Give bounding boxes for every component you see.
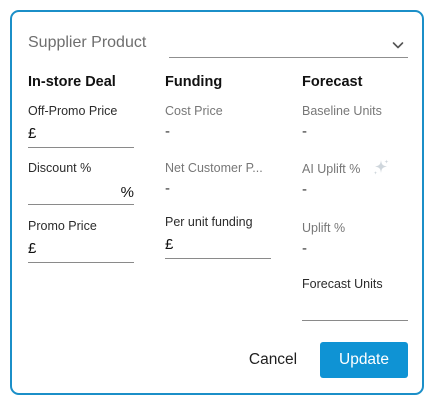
promo-price-field: Promo Price £ [28,219,134,263]
net-customer-price-label: Net Customer P... [165,161,263,175]
cost-price-value: - [165,123,170,140]
baseline-units-value: - [302,123,307,140]
forecast-column: Forecast Baseline Units - AI Uplift % - … [302,74,408,321]
in-store-deal-heading: In-store Deal [28,74,116,90]
in-store-deal-column: In-store Deal Off-Promo Price £ Discount… [28,74,134,263]
ai-uplift-value: - [302,181,307,198]
forecast-units-input[interactable] [302,297,402,317]
promo-price-label: Promo Price [28,219,97,233]
currency-prefix: £ [28,125,37,142]
uplift-value: - [302,240,307,257]
off-promo-price-input[interactable] [42,124,118,144]
net-customer-price-field: Net Customer P... - [165,161,269,198]
forecast-units-field: Forecast Units [302,277,408,321]
per-unit-funding-input-wrap: £ [165,233,271,259]
off-promo-price-field: Off-Promo Price £ [28,104,134,148]
per-unit-funding-field: Per unit funding £ [165,215,271,259]
promo-price-input[interactable] [42,239,118,259]
forecast-units-input-wrap [302,295,408,321]
baseline-units-field: Baseline Units - [302,104,408,141]
ai-uplift-field: AI Uplift % - [302,159,408,199]
forecast-units-label: Forecast Units [302,277,383,291]
chevron-down-icon [392,42,404,49]
uplift-field: Uplift % - [302,221,408,258]
currency-prefix: £ [28,240,37,257]
off-promo-price-input-wrap: £ [28,122,134,148]
promo-price-input-wrap: £ [28,237,134,263]
discount-field: Discount % % [28,161,134,205]
supplier-product-label: Supplier Product [28,34,147,51]
funding-column: Funding Cost Price - Net Customer P... -… [165,74,271,259]
net-customer-price-value: - [165,180,170,197]
supplier-product-row: Supplier Product [28,32,408,58]
baseline-units-label: Baseline Units [302,104,382,118]
cost-price-field: Cost Price - [165,104,269,141]
discount-label: Discount % [28,161,92,175]
percent-suffix: % [120,184,134,201]
currency-prefix: £ [165,236,174,253]
per-unit-funding-label: Per unit funding [165,215,253,229]
uplift-label: Uplift % [302,221,346,235]
supplier-product-select[interactable] [169,32,408,58]
forecast-heading: Forecast [302,74,363,90]
off-promo-price-label: Off-Promo Price [28,104,118,118]
discount-input-wrap: % [28,179,134,205]
ai-uplift-label: AI Uplift % [302,162,361,176]
update-button[interactable]: Update [320,342,408,378]
funding-heading: Funding [165,74,223,90]
edit-deal-dialog: Supplier Product In-store Deal Off-Promo… [10,10,424,395]
cancel-button[interactable]: Cancel [236,343,310,377]
cost-price-label: Cost Price [165,104,223,118]
discount-input[interactable] [28,181,116,201]
sparkle-icon [373,159,389,175]
per-unit-funding-input[interactable] [179,235,255,255]
